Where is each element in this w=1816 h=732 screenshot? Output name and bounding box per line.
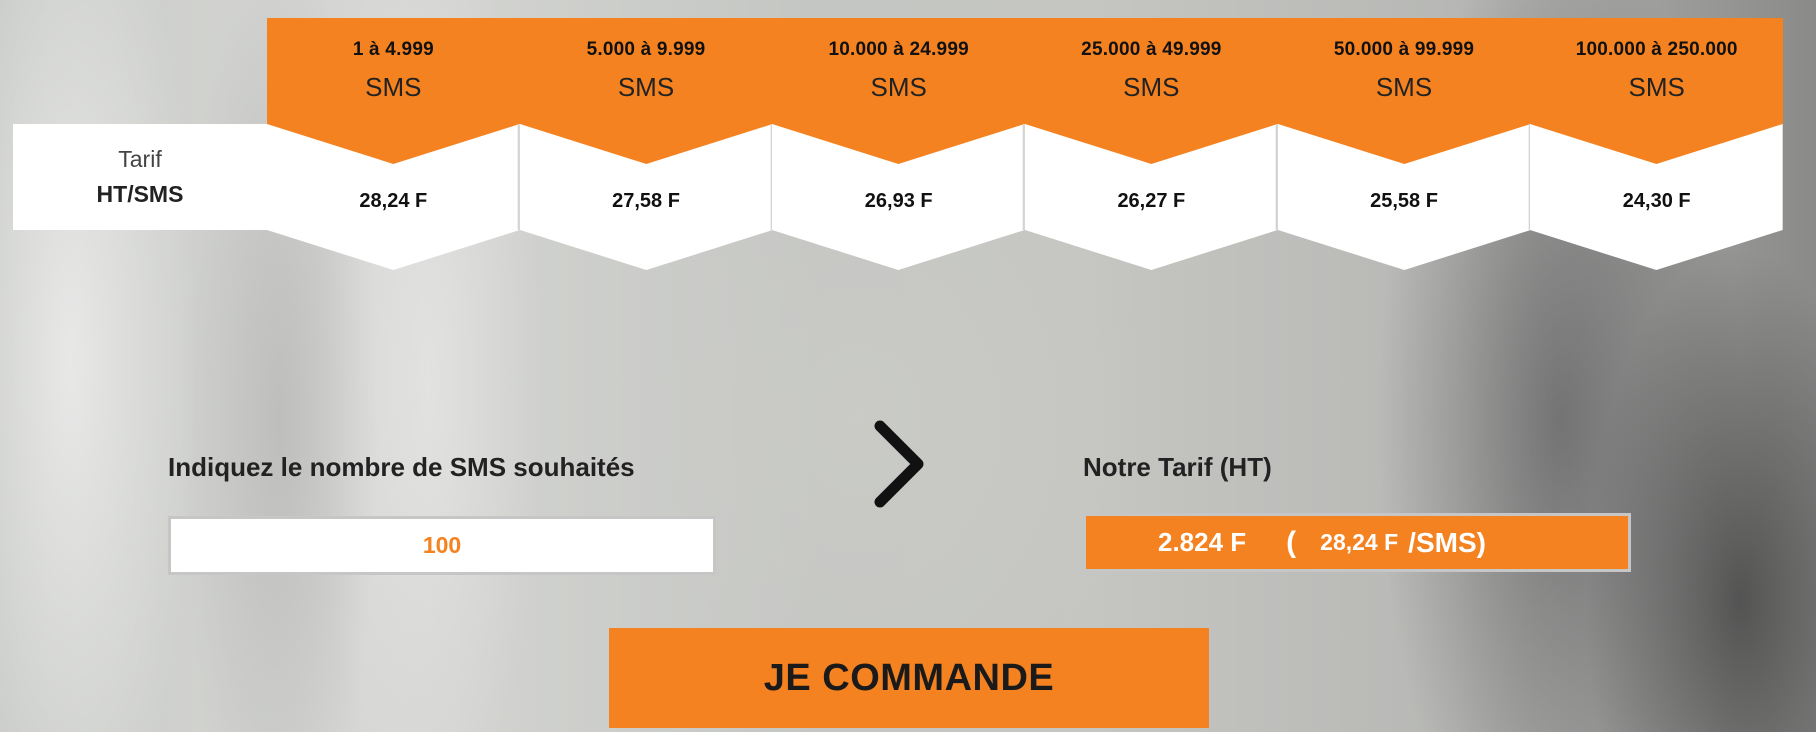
tarif-label-line1: Tarif <box>118 146 162 172</box>
tier-unit: SMS <box>1375 72 1433 102</box>
tier-range: 100.000 à 250.000 <box>1575 39 1738 60</box>
price-cell-3: 26,93 F <box>772 124 1026 272</box>
tier-header-4: 25.000 à 49.999 SMS <box>1025 18 1278 124</box>
tarif-row-label: Tarif HT/SMS <box>13 124 267 230</box>
price-value: 27,58 F <box>612 190 680 212</box>
tier-range: 10.000 à 24.999 <box>828 39 969 60</box>
price-value: 24,30 F <box>1622 190 1691 212</box>
result-per-sms: /SMS) <box>1408 526 1486 558</box>
tier-unit: SMS <box>1123 72 1180 102</box>
price-cell-5: 25,58 F <box>1277 124 1531 272</box>
chevron-right-icon <box>874 420 924 508</box>
tier-header-6: 100.000 à 250.000 SMS <box>1530 18 1783 124</box>
price-cell-4: 26,27 F <box>1025 124 1278 272</box>
tier-unit: SMS <box>617 72 675 102</box>
price-value: 25,58 F <box>1370 190 1438 212</box>
tier-header-5: 50.000 à 99.999 SMS <box>1278 18 1531 124</box>
tier-header-3: 10.000 à 24.999 SMS <box>772 18 1025 124</box>
quantity-label: Indiquez le nombre de SMS souhaités <box>168 452 635 482</box>
result-label: Notre Tarif (HT) <box>1083 452 1272 482</box>
tier-range: 50.000 à 99.999 <box>1333 39 1475 60</box>
price-cell-1: 28,24 F <box>267 124 520 272</box>
sms-quantity-input[interactable] <box>168 516 716 575</box>
tier-header-2: 5.000 à 9.999 SMS <box>520 18 773 124</box>
tier-range: 5.000 à 9.999 <box>586 39 706 60</box>
price-cell-6: 24,30 F <box>1530 124 1784 272</box>
tier-unit: SMS <box>870 72 927 102</box>
tier-unit: SMS <box>1628 72 1685 102</box>
price-cell-2: 27,58 F <box>519 124 773 272</box>
price-row: 28,24 F 27,58 F 26,93 F 26,27 F 25,58 F … <box>267 124 1784 272</box>
price-result-box: 2.824 F ( 28,24 F /SMS) <box>1083 513 1631 572</box>
tarif-label-line2: HT/SMS <box>96 181 184 207</box>
price-value: 28,24 F <box>359 190 428 212</box>
tier-header-row: 1 à 4.999 SMS 5.000 à 9.999 SMS 10.000 à… <box>267 18 1783 124</box>
tier-unit: SMS <box>365 72 422 102</box>
order-button[interactable]: JE COMMANDE <box>609 628 1209 728</box>
tier-range: 25.000 à 49.999 <box>1081 39 1222 60</box>
result-open-paren: ( <box>1286 525 1297 559</box>
result-total: 2.824 F <box>1158 527 1247 557</box>
price-value: 26,93 F <box>864 190 933 212</box>
tier-header-1: 1 à 4.999 SMS <box>267 18 520 124</box>
result-unit-price: 28,24 F <box>1320 529 1399 555</box>
tier-range: 1 à 4.999 <box>352 39 434 60</box>
price-value: 26,27 F <box>1117 190 1186 212</box>
